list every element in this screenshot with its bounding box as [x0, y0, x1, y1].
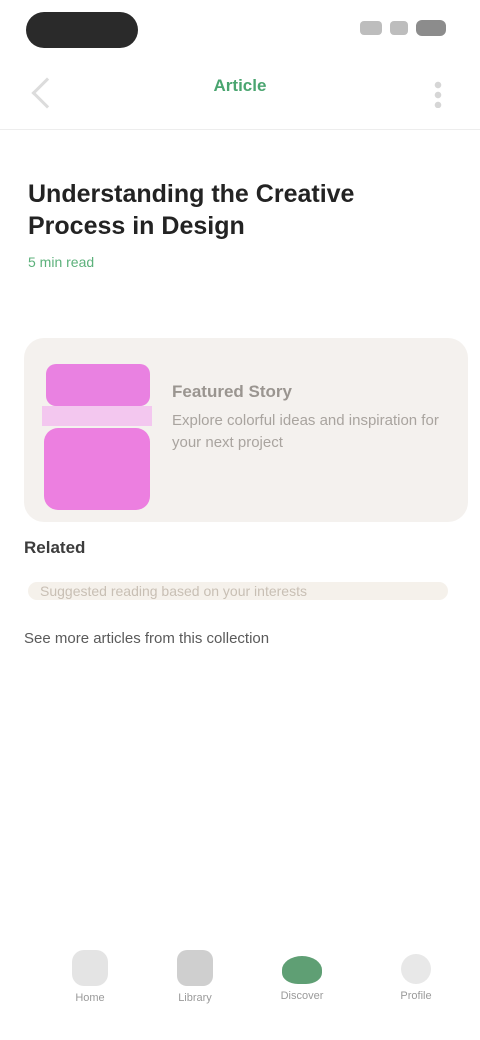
dynamic-island: [26, 12, 138, 48]
app-screen: Article Understanding the Creative Proce…: [0, 0, 480, 1040]
tab-label: Home: [75, 992, 105, 1004]
leaf-icon: [282, 956, 322, 984]
feature-card-description: Explore colorful ideas and inspiration f…: [172, 412, 439, 451]
see-more-link[interactable]: See more articles from this collection: [24, 630, 269, 647]
home-icon: [72, 950, 108, 986]
thumbnail-top: [46, 364, 150, 406]
tab-library[interactable]: Library: [155, 950, 235, 1006]
signal-icon: [360, 21, 382, 35]
tab-label: Profile: [400, 990, 432, 1002]
status-bar: [0, 0, 480, 60]
status-indicators: [360, 20, 446, 36]
more-vertical-icon[interactable]: [434, 80, 442, 108]
tab-discover[interactable]: Discover: [262, 950, 342, 1004]
article-title: Understanding the Creative Process in De…: [28, 180, 355, 240]
thumbnail-image: [44, 428, 150, 510]
feature-card-title: Featured Story: [172, 382, 292, 401]
tab-label: Discover: [280, 990, 324, 1002]
profile-icon: [401, 954, 431, 984]
header-title: Article: [213, 76, 267, 95]
library-icon: [177, 950, 213, 986]
feature-card-text: Featured Story Explore colorful ideas an…: [172, 380, 452, 454]
nav-header: Article: [0, 60, 480, 130]
section-line-text: Suggested reading based on your interest…: [40, 583, 307, 599]
feature-card[interactable]: Featured Story Explore colorful ideas an…: [24, 338, 468, 522]
thumbnail-band: [42, 406, 152, 426]
article-meta: 5 min read: [28, 254, 95, 270]
wifi-icon: [390, 21, 408, 35]
feature-thumbnail: [42, 364, 152, 514]
tab-label: Library: [178, 992, 212, 1004]
battery-icon: [416, 20, 446, 36]
article-heading: Understanding the Creative Process in De…: [28, 178, 428, 270]
tab-profile[interactable]: Profile: [376, 950, 456, 1004]
section-heading: Related: [24, 538, 86, 557]
tab-home[interactable]: Home: [50, 950, 130, 1006]
